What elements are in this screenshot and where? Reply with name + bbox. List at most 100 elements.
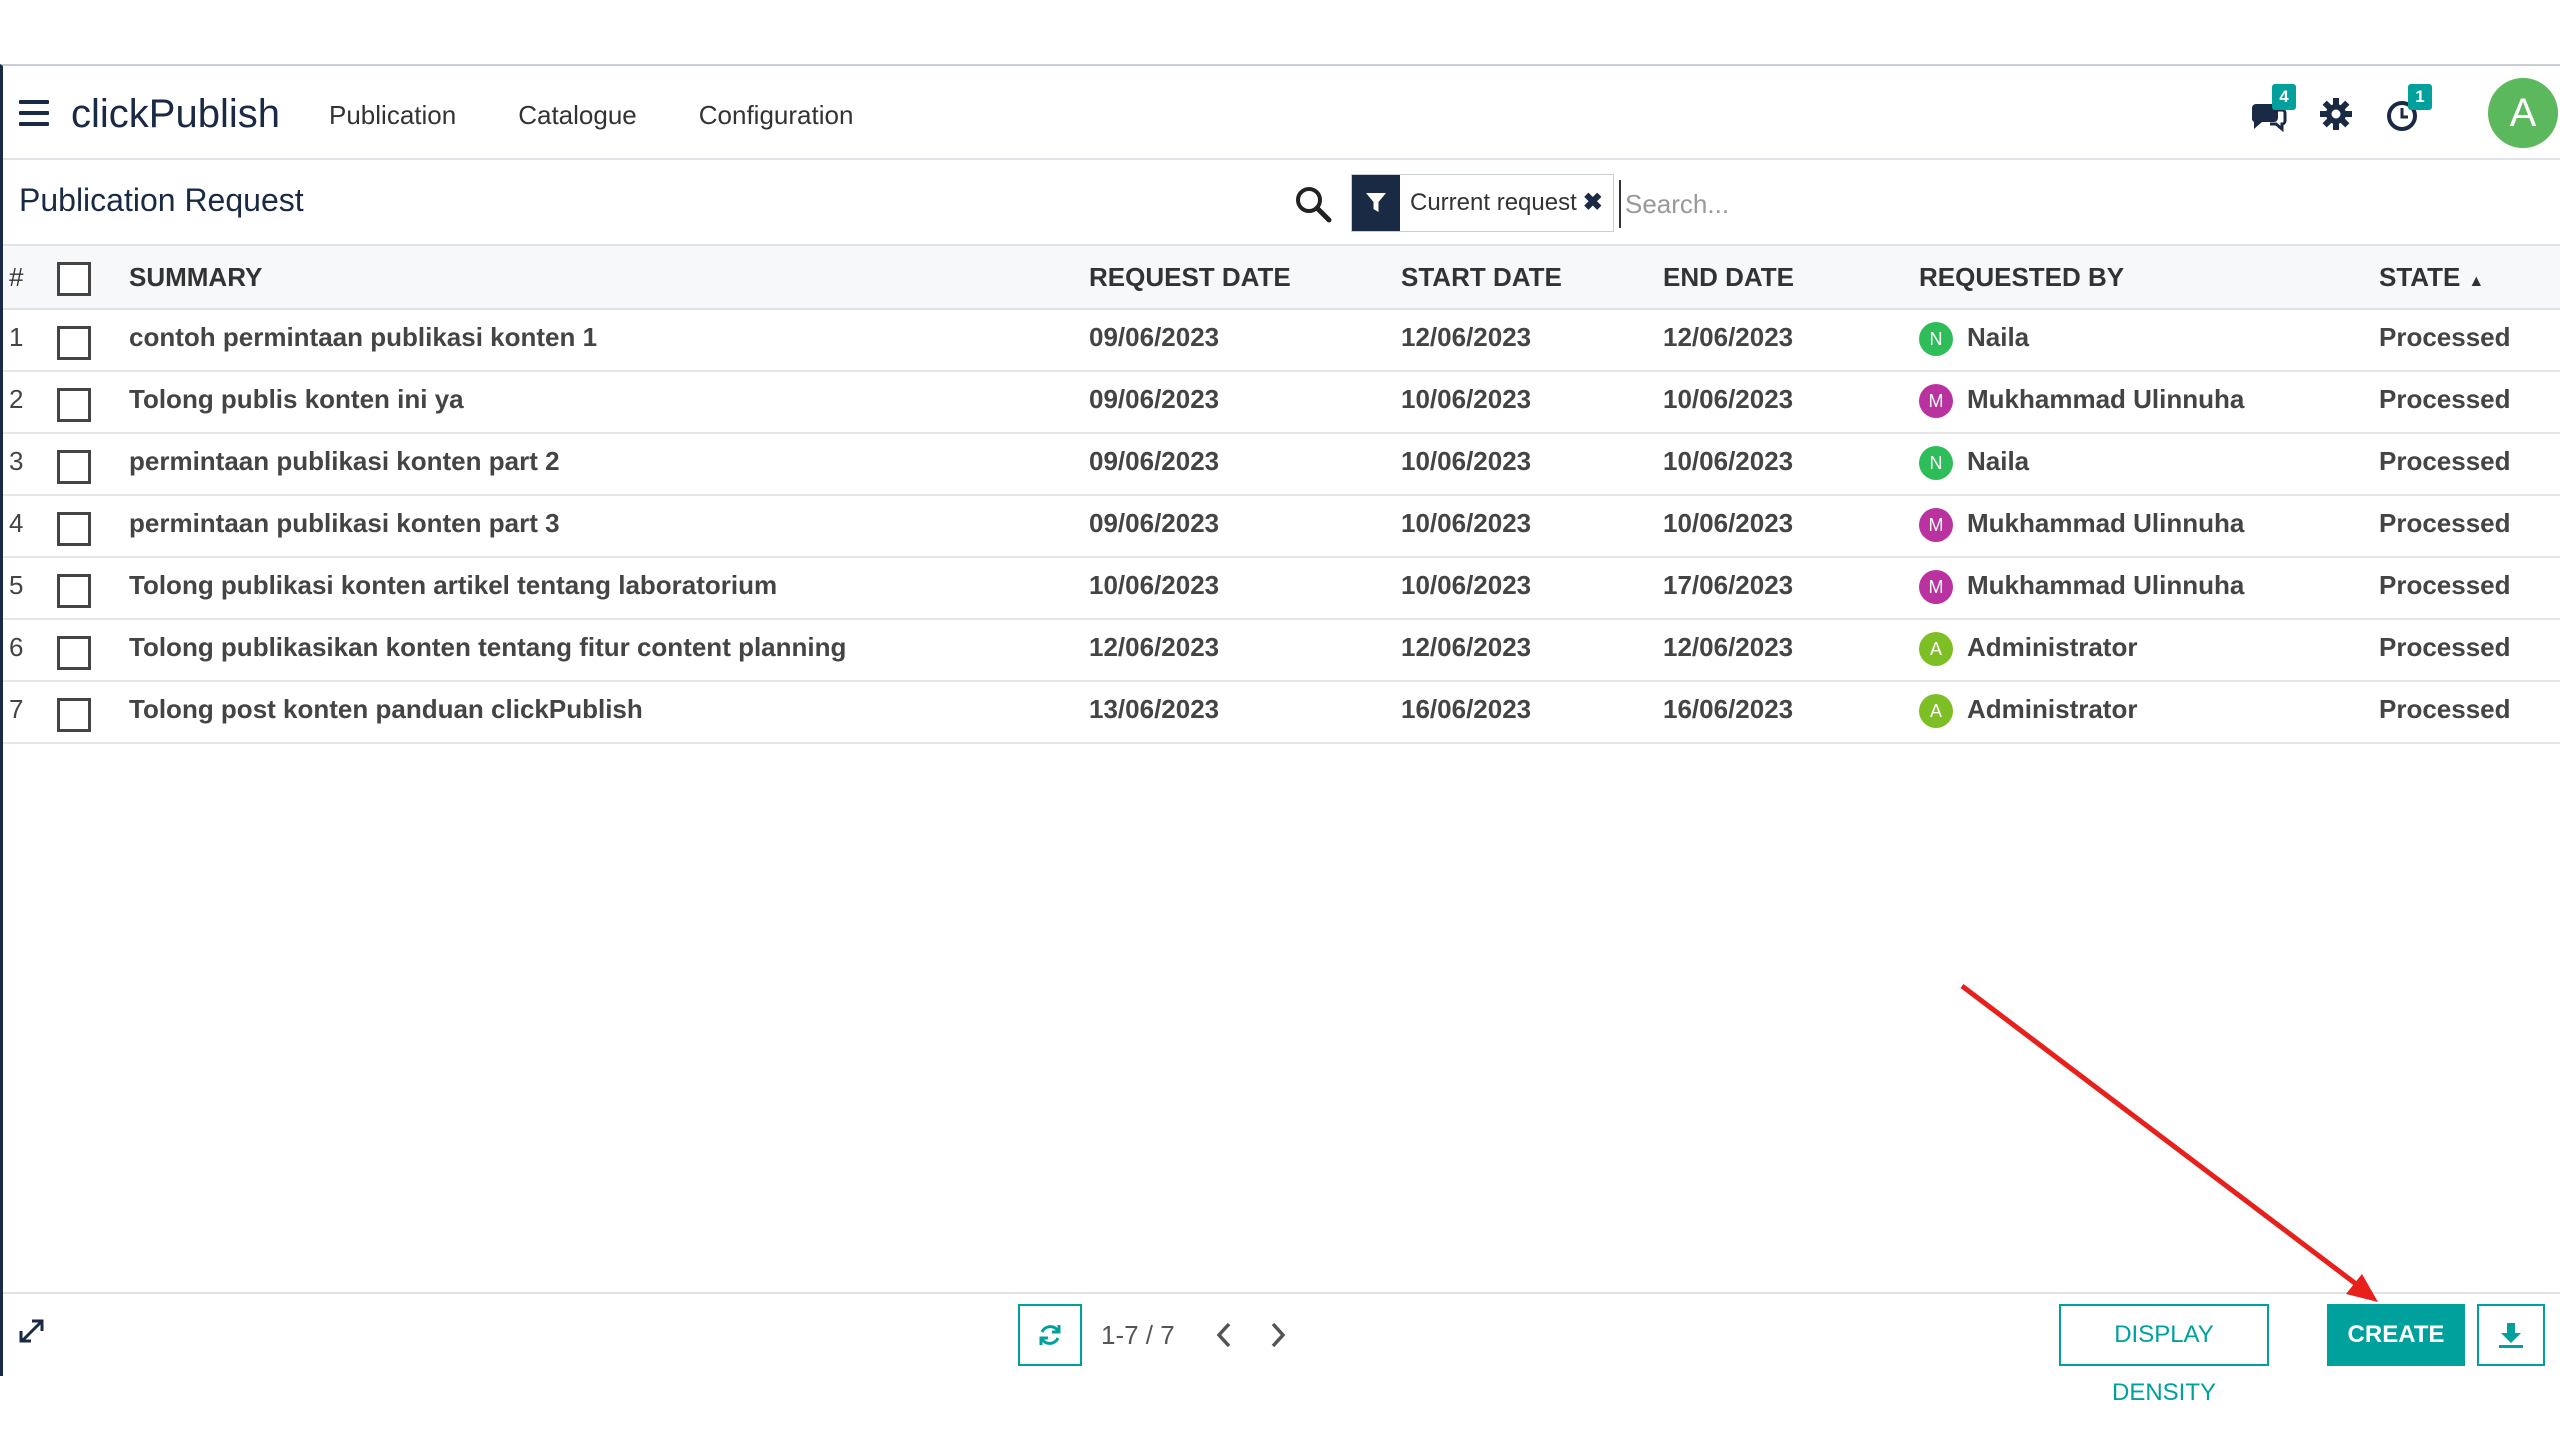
row-requested-by: A Administrator	[1919, 619, 2379, 682]
requester-avatar: A	[1919, 632, 1953, 667]
user-avatar[interactable]: A	[2488, 78, 2558, 148]
activity-icon[interactable]: 1	[2384, 84, 2432, 134]
row-request-date: 10/06/2023	[1089, 557, 1401, 620]
requester-name: Mukhammad Ulinnuha	[1967, 570, 2245, 600]
row-summary[interactable]: Tolong publikasi konten artikel tentang …	[129, 557, 1089, 620]
row-summary[interactable]: Tolong publis konten ini ya	[129, 371, 1089, 434]
header-state[interactable]: STATE ▲	[2379, 246, 2560, 310]
row-start-date: 10/06/2023	[1401, 557, 1663, 620]
requester-avatar: N	[1919, 322, 1953, 357]
table-row[interactable]: 2 Tolong publis konten ini ya 09/06/2023 10…	[3, 371, 2560, 434]
header-request-date[interactable]: REQUEST DATE	[1089, 246, 1401, 310]
row-request-date: 09/06/2023	[1089, 495, 1401, 558]
header-requested-by[interactable]: REQUESTED BY	[1919, 246, 2379, 310]
row-select	[53, 495, 129, 558]
select-all-checkbox[interactable]	[57, 262, 91, 296]
row-summary[interactable]: contoh permintaan publikasi konten 1	[129, 309, 1089, 372]
requester-avatar: M	[1919, 570, 1953, 605]
row-num: 5	[3, 557, 53, 620]
requester-name: Mukhammad Ulinnuha	[1967, 508, 2245, 538]
header-end-date[interactable]: END DATE	[1663, 246, 1919, 310]
row-state: Processed	[2379, 495, 2560, 558]
row-request-date: 13/06/2023	[1089, 681, 1401, 744]
requester-name: Mukhammad Ulinnuha	[1967, 384, 2245, 414]
row-checkbox[interactable]	[57, 326, 91, 360]
table-row[interactable]: 1 contoh permintaan publikasi konten 1 09/…	[3, 309, 2560, 372]
row-start-date: 16/06/2023	[1401, 681, 1663, 744]
table-row[interactable]: 7 Tolong post konten panduan clickPublish…	[3, 681, 2560, 744]
row-state: Processed	[2379, 309, 2560, 372]
display-density-button[interactable]: DISPLAY DENSITY	[2059, 1304, 2269, 1406]
row-num: 6	[3, 619, 53, 682]
pager-value[interactable]: 1-7 / 7	[1101, 1320, 1175, 1351]
close-icon[interactable]: ✖	[1583, 175, 1613, 231]
row-requested-by: M Mukhammad Ulinnuha	[1919, 495, 2379, 558]
row-checkbox[interactable]	[57, 388, 91, 422]
menu-item-publication[interactable]: Publication	[329, 100, 456, 131]
row-summary[interactable]: Tolong post konten panduan clickPublish	[129, 681, 1089, 744]
requester-avatar: N	[1919, 446, 1953, 481]
create-button[interactable]: CREATE	[2327, 1304, 2465, 1366]
hamburger-icon[interactable]	[19, 100, 49, 126]
row-checkbox[interactable]	[57, 512, 91, 546]
row-state: Processed	[2379, 619, 2560, 682]
row-summary[interactable]: permintaan publikasi konten part 2	[129, 433, 1089, 496]
search-icon[interactable]	[1293, 184, 1333, 224]
row-summary[interactable]: Tolong publikasikan konten tentang fitur…	[129, 619, 1089, 682]
row-select	[53, 681, 129, 744]
requester-avatar: M	[1919, 508, 1953, 543]
header-num: #	[3, 246, 53, 310]
download-icon	[2499, 1323, 2523, 1348]
row-start-date: 10/06/2023	[1401, 371, 1663, 434]
row-state: Processed	[2379, 433, 2560, 496]
main-menu: Publication Catalogue Configuration	[329, 100, 853, 131]
filter-icon	[1352, 175, 1400, 231]
row-summary[interactable]: permintaan publikasi konten part 3	[129, 495, 1089, 558]
row-num: 1	[3, 309, 53, 372]
row-checkbox[interactable]	[57, 574, 91, 608]
footer-bar: 1-7 / 7 DISPLAY DENSITY CREATE	[3, 1292, 2560, 1406]
table-row[interactable]: 5 Tolong publikasi konten artikel tentang…	[3, 557, 2560, 620]
row-num: 2	[3, 371, 53, 434]
menu-item-catalogue[interactable]: Catalogue	[518, 100, 637, 131]
row-checkbox[interactable]	[57, 636, 91, 670]
row-checkbox[interactable]	[57, 698, 91, 732]
row-select	[53, 371, 129, 434]
row-requested-by: M Mukhammad Ulinnuha	[1919, 557, 2379, 620]
table-row[interactable]: 3 permintaan publikasi konten part 2 09/06…	[3, 433, 2560, 496]
header-start-date[interactable]: START DATE	[1401, 246, 1663, 310]
table-row[interactable]: 6 Tolong publikasikan konten tentang fitu…	[3, 619, 2560, 682]
table-row[interactable]: 4 permintaan publikasi konten part 3 09/06…	[3, 495, 2560, 558]
search-input[interactable]	[1619, 180, 2327, 228]
row-request-date: 09/06/2023	[1089, 433, 1401, 496]
row-end-date: 12/06/2023	[1663, 619, 1919, 682]
breadcrumb: Publication Request	[19, 182, 304, 218]
messages-badge: 4	[2272, 84, 2296, 110]
row-start-date: 12/06/2023	[1401, 309, 1663, 372]
row-start-date: 10/06/2023	[1401, 495, 1663, 558]
row-end-date: 10/06/2023	[1663, 433, 1919, 496]
row-end-date: 17/06/2023	[1663, 557, 1919, 620]
requester-name: Naila	[1967, 446, 2030, 476]
download-button[interactable]	[2477, 1304, 2545, 1366]
chevron-right-icon[interactable]	[1263, 1318, 1293, 1352]
expand-icon[interactable]	[17, 1316, 47, 1346]
requester-name: Naila	[1967, 322, 2030, 352]
menu-item-configuration[interactable]: Configuration	[699, 100, 854, 131]
requester-avatar: M	[1919, 384, 1953, 419]
row-request-date: 09/06/2023	[1089, 309, 1401, 372]
row-end-date: 12/06/2023	[1663, 309, 1919, 372]
row-end-date: 10/06/2023	[1663, 371, 1919, 434]
facet-label: Current request	[1410, 189, 1577, 216]
gear-icon[interactable]	[2316, 94, 2356, 134]
refresh-button[interactable]	[1018, 1304, 1082, 1366]
row-select	[53, 557, 129, 620]
chevron-left-icon[interactable]	[1209, 1318, 1239, 1352]
header-summary[interactable]: SUMMARY	[129, 246, 1089, 310]
search-bar: Current request ✖	[1351, 174, 2560, 232]
row-checkbox[interactable]	[57, 450, 91, 484]
app-brand[interactable]: clickPublish	[71, 92, 280, 137]
refresh-icon	[1039, 1325, 1061, 1345]
row-select	[53, 433, 129, 496]
messages-icon[interactable]: 4	[2248, 84, 2296, 134]
